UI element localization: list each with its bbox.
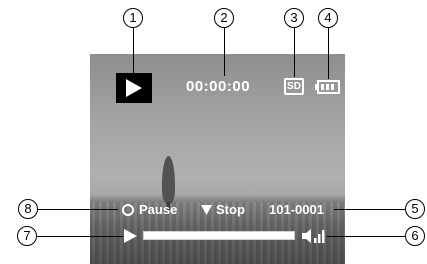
sd-card-icon: SD xyxy=(284,78,304,95)
file-number: 101-0001 xyxy=(269,202,324,217)
callout-8: 8 xyxy=(18,199,38,219)
stop-control[interactable]: Stop xyxy=(201,202,245,217)
callout-4: 4 xyxy=(318,8,338,28)
callout-leader-4 xyxy=(328,28,329,79)
play-mode-indicator xyxy=(116,73,152,103)
callout-3: 3 xyxy=(284,8,304,28)
callout-2: 2 xyxy=(214,8,234,28)
down-triangle-icon xyxy=(201,205,212,215)
tree xyxy=(162,156,175,204)
progress-fill xyxy=(144,232,294,239)
callout-5: 5 xyxy=(405,199,425,219)
play-icon xyxy=(126,79,142,97)
pause-control[interactable]: Pause xyxy=(122,202,177,217)
pause-label: Pause xyxy=(139,202,178,217)
callout-leader-8 xyxy=(38,209,118,210)
circle-button-icon xyxy=(122,204,134,216)
play-status-icon xyxy=(124,229,137,243)
playback-timecode: 00:00:00 xyxy=(186,78,251,95)
callout-leader-2 xyxy=(224,28,225,76)
callout-leader-3 xyxy=(294,28,295,77)
callout-1: 1 xyxy=(123,8,143,28)
callout-leader-6 xyxy=(327,236,406,237)
callout-6: 6 xyxy=(405,226,425,246)
battery-full-icon xyxy=(315,80,340,94)
callout-7: 7 xyxy=(17,226,37,246)
horizon xyxy=(90,194,345,202)
volume-icon[interactable] xyxy=(302,228,326,244)
callout-leader-1 xyxy=(133,28,134,73)
progress-bar xyxy=(143,231,295,240)
callout-leader-5 xyxy=(334,209,406,210)
stop-label: Stop xyxy=(216,202,245,217)
callout-leader-7 xyxy=(37,236,123,237)
